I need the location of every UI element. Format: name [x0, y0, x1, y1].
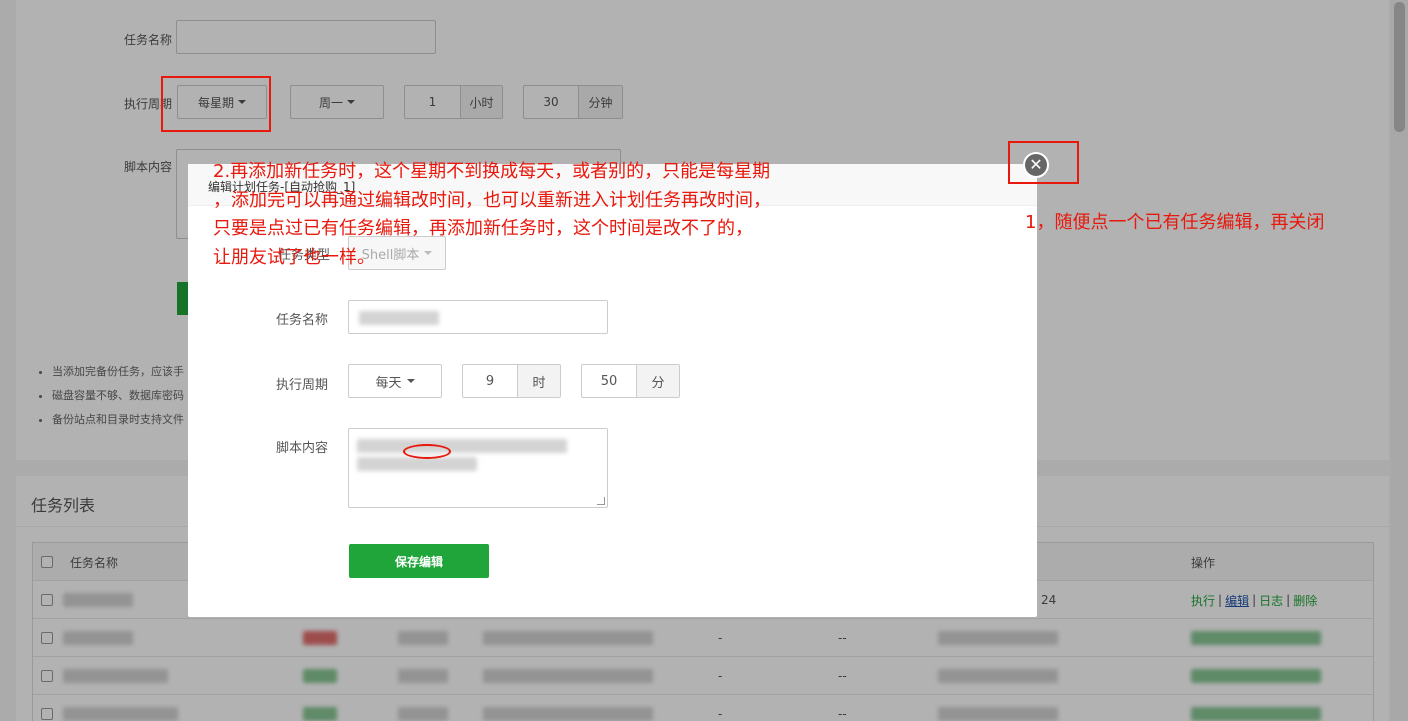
resize-handle[interactable] [597, 497, 605, 505]
annotation-note-1: 1，随便点一个已有任务编辑，再关闭 [1025, 212, 1325, 233]
period-label: 执行周期 [275, 378, 328, 393]
annotation-box-close [1008, 141, 1079, 184]
annotation-ellipse [403, 444, 451, 459]
script-label: 脚本内容 [275, 441, 328, 456]
blurred-text [357, 439, 567, 453]
task-name-label: 任务名称 [275, 313, 328, 328]
minute-unit: 分 [636, 365, 679, 397]
hour-unit: 时 [517, 365, 560, 397]
task-name-input[interactable] [348, 300, 608, 334]
annotation-note-2-line-1: 2.再添加新任务时，这个星期不到换成每天，或者别的，只能是每星期 [213, 161, 771, 182]
script-textarea[interactable] [348, 428, 608, 508]
blurred-text [357, 457, 477, 471]
blurred-text [359, 311, 439, 325]
minute-input[interactable]: 50 [582, 365, 636, 397]
chevron-down-icon [406, 379, 415, 383]
period-type-text: 每天 [375, 375, 402, 391]
annotation-box-period [161, 76, 271, 132]
annotation-note-2-line-4: 让朋友试了也一样。 [213, 247, 375, 268]
period-type-dropdown[interactable]: 每天 [348, 364, 442, 398]
save-edit-button[interactable]: 保存编辑 [349, 544, 489, 578]
annotation-note-2-line-3: 只要是点过已有任务编辑，再添加新任务时，这个时间是改不了的， [213, 218, 753, 239]
hour-input-group[interactable]: 9 时 [462, 364, 561, 398]
hour-input[interactable]: 9 [463, 365, 517, 397]
minute-input-group[interactable]: 50 分 [581, 364, 680, 398]
annotation-note-2-line-2: ，添加完可以再通过编辑改时间，也可以重新进入计划任务再改时间， [213, 190, 771, 211]
chevron-down-icon [424, 251, 433, 255]
